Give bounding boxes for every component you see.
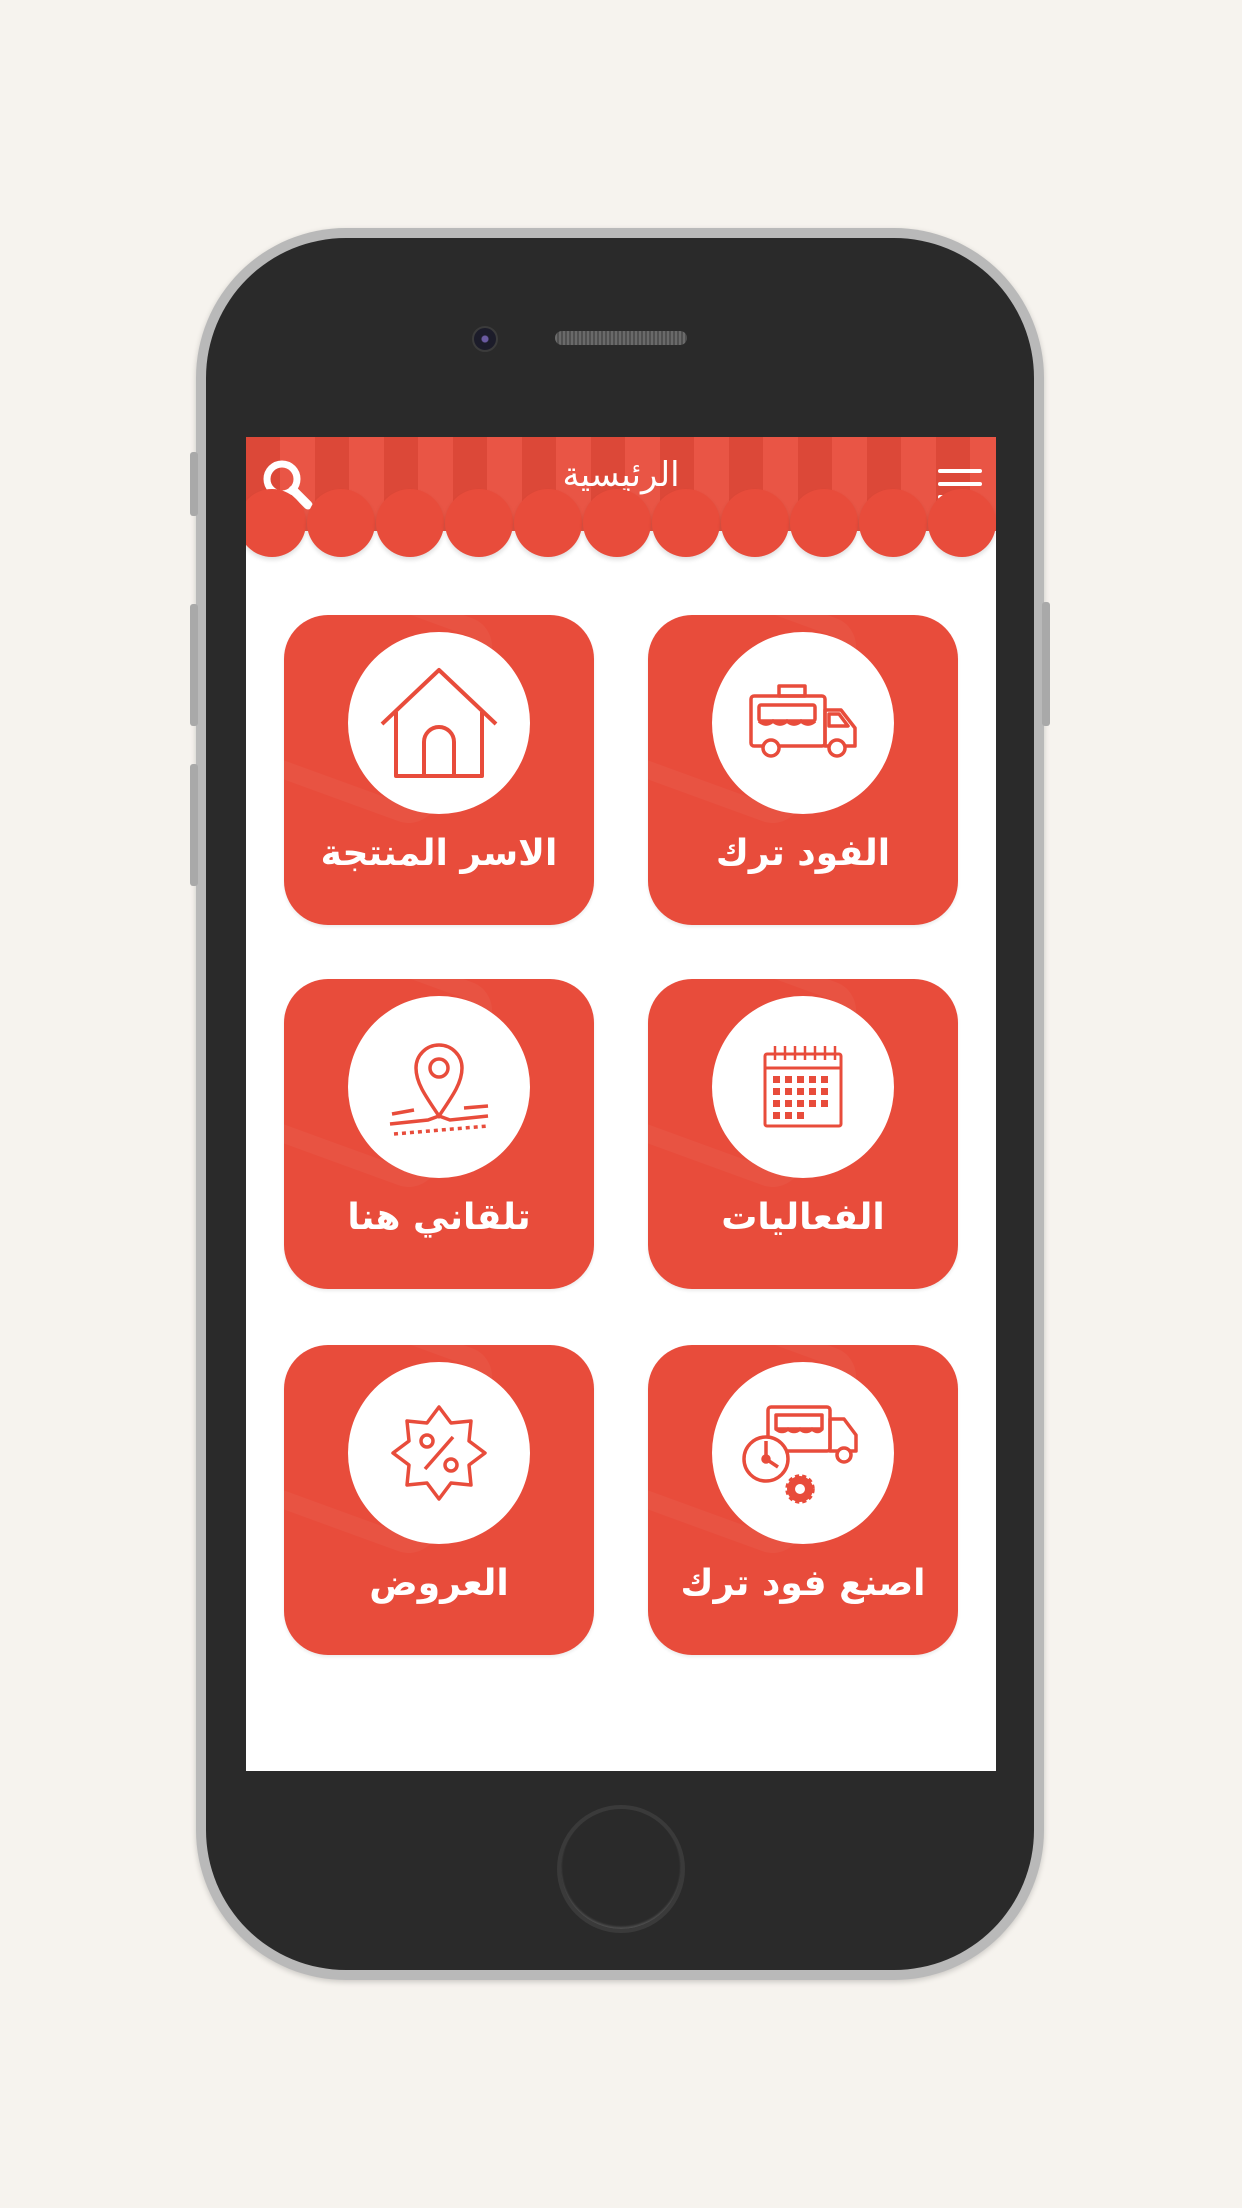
home-button[interactable] [557, 1805, 685, 1933]
awning-scallop [652, 489, 720, 557]
awning-scallop [928, 489, 996, 557]
tile-label: تلقاني هنا [347, 1197, 531, 1238]
discount-badge-icon [391, 1405, 487, 1501]
tile-build-food-truck[interactable]: اصنع فود ترك [648, 1345, 958, 1655]
tile-label: الفعاليات [721, 1197, 885, 1238]
awning-scallops [246, 489, 996, 557]
tile-icon-circle [712, 1362, 894, 1544]
volume-down-button [190, 764, 198, 886]
tile-icon-circle [348, 1362, 530, 1544]
hamburger-menu-icon [938, 482, 982, 486]
awning-scallop [721, 489, 789, 557]
tile-icon-circle [348, 996, 530, 1178]
app-screen: الرئيسية الفود ترك الاسر المنتجة الفعالي… [246, 437, 996, 1771]
home-icon [380, 668, 498, 778]
awning-scallop [790, 489, 858, 557]
build-food-truck-icon [742, 1405, 858, 1504]
volume-up-button [190, 604, 198, 726]
tile-offers[interactable]: العروض [284, 1345, 594, 1655]
awning-scallop [583, 489, 651, 557]
tile-icon-circle [712, 632, 894, 814]
awning-scallop [307, 489, 375, 557]
tile-productive-families[interactable]: الاسر المنتجة [284, 615, 594, 925]
tile-label: العروض [369, 1563, 509, 1604]
tile-events[interactable]: الفعاليات [648, 979, 958, 1289]
front-camera [472, 326, 498, 352]
tile-food-truck[interactable]: الفود ترك [648, 615, 958, 925]
earpiece-speaker [555, 331, 687, 345]
awning-scallop [445, 489, 513, 557]
hamburger-menu-icon [938, 469, 982, 473]
tile-label: اصنع فود ترك [680, 1563, 926, 1604]
tile-meet-me-here[interactable]: تلقاني هنا [284, 979, 594, 1289]
awning-scallop [376, 489, 444, 557]
location-pin-icon [389, 1043, 489, 1136]
mute-switch [190, 452, 198, 516]
calendar-icon [763, 1046, 843, 1128]
awning-scallop [859, 489, 927, 557]
tile-icon-circle [348, 632, 530, 814]
food-truck-icon [749, 684, 857, 758]
tile-label: الاسر المنتجة [320, 833, 558, 874]
tile-icon-circle [712, 996, 894, 1178]
awning-scallop [246, 489, 306, 557]
tile-label: الفود ترك [715, 833, 891, 874]
awning-scallop [514, 489, 582, 557]
power-button [1042, 602, 1050, 726]
